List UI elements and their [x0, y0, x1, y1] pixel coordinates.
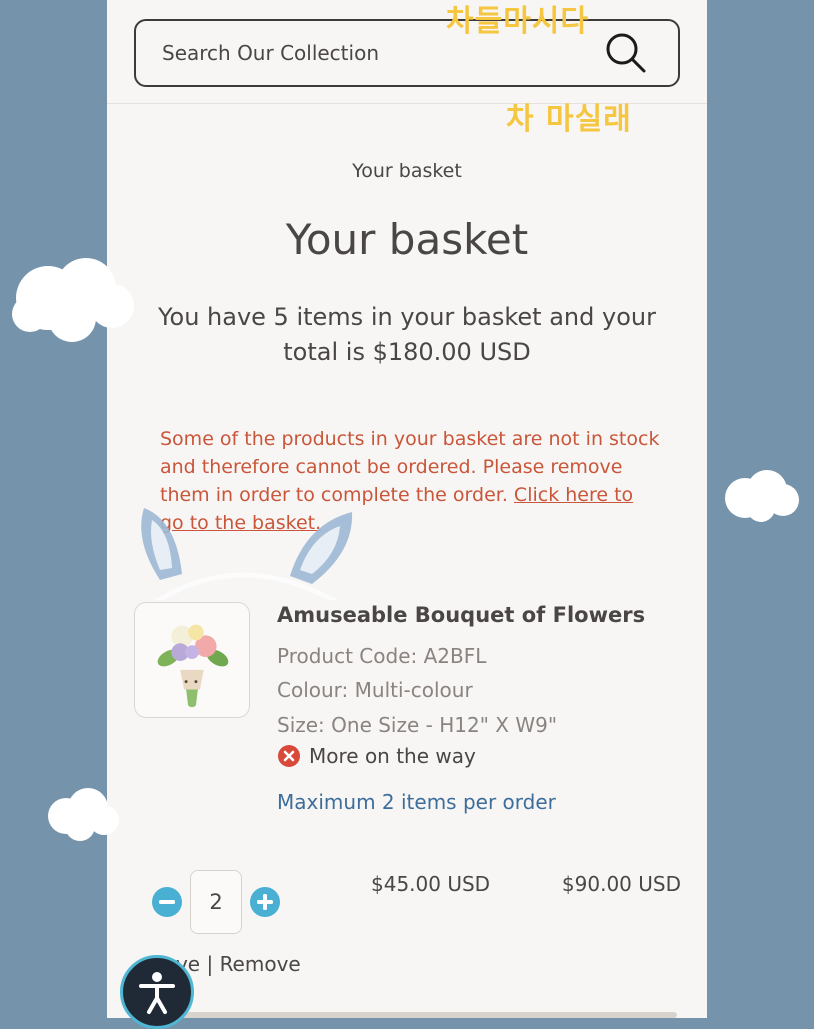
sticker-text-top: 차들마시다	[446, 4, 589, 39]
sticker-text-bottom: 차 마실래	[506, 102, 632, 137]
cloud-sticker	[12, 258, 134, 342]
minus-icon[interactable]	[151, 886, 183, 918]
breadcrumb[interactable]: Your basket	[107, 160, 707, 182]
page-title: Your basket	[285, 215, 529, 264]
line-total: $90.00 USD	[561, 872, 681, 896]
remove-button[interactable]: Remove	[220, 952, 301, 976]
product-code: Product Code: A2BFL	[277, 644, 487, 668]
basket-summary: You have 5 items in your basket and your…	[158, 303, 656, 366]
product-name[interactable]: Amuseable Bouquet of Flowers	[277, 603, 645, 627]
cloud-sticker	[48, 788, 119, 841]
section-divider	[167, 1012, 677, 1018]
quantity-input[interactable]	[190, 870, 242, 934]
search-icon[interactable]	[604, 31, 648, 75]
quantity-stepper	[151, 870, 281, 934]
stock-status: More on the way	[277, 744, 476, 768]
stock-status-text: More on the way	[309, 744, 476, 768]
max-items-note: Maximum 2 items per order	[277, 790, 556, 814]
bunny-ears-sticker	[141, 508, 353, 600]
action-separator: |	[206, 952, 214, 976]
accessibility-icon	[139, 972, 175, 1014]
product-thumbnail[interactable]	[134, 602, 250, 718]
product-size: Size: One Size - H12" X W9"	[277, 713, 558, 737]
cloud-sticker	[725, 470, 799, 522]
product-colour: Colour: Multi-colour	[277, 678, 473, 702]
unit-price: $45.00 USD	[371, 872, 491, 896]
search-bar	[134, 19, 680, 87]
plus-icon[interactable]	[249, 886, 281, 918]
out-of-stock-icon	[278, 745, 300, 767]
flower-bouquet-image	[157, 624, 229, 708]
